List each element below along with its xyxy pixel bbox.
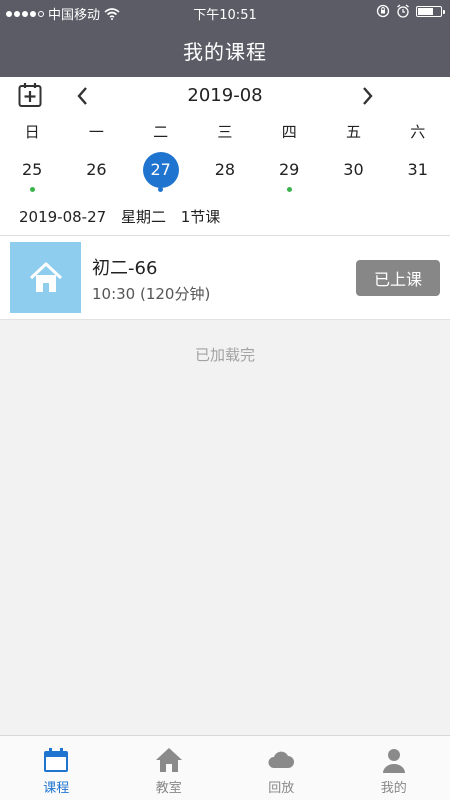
event-dot: [286, 187, 292, 192]
month-label: 2019-08: [187, 85, 263, 106]
tab-me[interactable]: 我的: [338, 736, 450, 800]
date-cell[interactable]: 27: [129, 152, 193, 192]
tab-label: 我的: [380, 781, 407, 796]
calendar-icon: [44, 748, 69, 772]
tab-label: 教室: [155, 781, 182, 796]
tab-label: 课程: [43, 781, 70, 796]
event-dot: [29, 187, 35, 192]
cloud-icon: [268, 751, 295, 768]
battery-icon: [416, 5, 445, 17]
date-number: 26: [86, 160, 107, 179]
tab-playback[interactable]: 回放: [225, 736, 338, 800]
weekday-label: 日: [24, 123, 40, 141]
event-dot: [158, 187, 164, 192]
summary-weekday: 星期二: [120, 208, 166, 226]
date-cell[interactable]: 28: [193, 152, 257, 192]
weekday-label: 一: [88, 123, 104, 141]
page-title: 我的课程: [183, 40, 267, 64]
list-end-text: 已加载完: [194, 346, 255, 364]
date-row: 25 26 27 28 29 30 31: [0, 152, 450, 192]
status-right: [376, 4, 445, 18]
date-cell[interactable]: 30: [321, 152, 385, 192]
date-number: 25: [21, 160, 43, 179]
status-bar: 中国移动 下午10:51: [0, 0, 450, 24]
home-icon: [155, 748, 182, 772]
weekday-label: 四: [281, 123, 297, 141]
rotation-lock-icon: [376, 4, 390, 18]
calendar-add-icon[interactable]: [18, 82, 42, 108]
person-icon: [382, 749, 405, 773]
date-cell[interactable]: 25: [0, 152, 64, 192]
calendar-panel: 2019-08 日 一 二 三 四 五 六 25 26 27 28 29 30 …: [0, 77, 450, 235]
day-summary: 2019-08-27 星期二 1节课: [19, 206, 230, 227]
course-thumbnail: [10, 242, 81, 313]
date-cell[interactable]: 26: [64, 152, 128, 192]
date-number: 29: [279, 160, 300, 179]
signal-strength-icon: [6, 10, 44, 17]
date-number: 28: [214, 160, 236, 179]
tab-label: 回放: [268, 781, 295, 796]
chevron-left-icon[interactable]: [74, 85, 92, 107]
weekday-label: 六: [410, 123, 426, 141]
weekday-header-row: 日 一 二 三 四 五 六: [0, 121, 450, 142]
alarm-icon: [397, 4, 409, 18]
date-cell[interactable]: 29: [257, 152, 321, 192]
tab-classroom[interactable]: 教室: [113, 736, 226, 800]
tab-courses[interactable]: 课程: [0, 736, 113, 800]
bottom-tab-bar: 课程 教室 回放 我的: [0, 735, 450, 800]
course-status-button[interactable]: 已上课: [356, 260, 440, 296]
course-name: 初二-66: [92, 258, 158, 279]
date-number: 30: [343, 160, 364, 179]
wifi-icon: [104, 7, 120, 20]
date-number: 31: [407, 160, 428, 179]
status-left: 中国移动: [6, 4, 120, 23]
home-icon: [29, 262, 62, 292]
summary-lesson-count: 1节课: [180, 208, 221, 226]
weekday-label: 三: [217, 123, 233, 141]
course-list-item[interactable]: 初二-66 10:30 (120分钟) 已上课: [0, 236, 450, 320]
chevron-right-icon[interactable]: [358, 85, 376, 107]
carrier-name: 中国移动: [48, 8, 101, 23]
summary-date: 2019-08-27: [19, 208, 107, 226]
app-header: 中国移动 下午10:51 我的课程: [0, 0, 450, 77]
date-cell[interactable]: 31: [386, 152, 450, 192]
course-time: 10:30 (120分钟): [92, 285, 211, 303]
date-number: 27: [142, 152, 179, 188]
weekday-label: 五: [345, 123, 361, 141]
weekday-label: 二: [153, 123, 169, 141]
